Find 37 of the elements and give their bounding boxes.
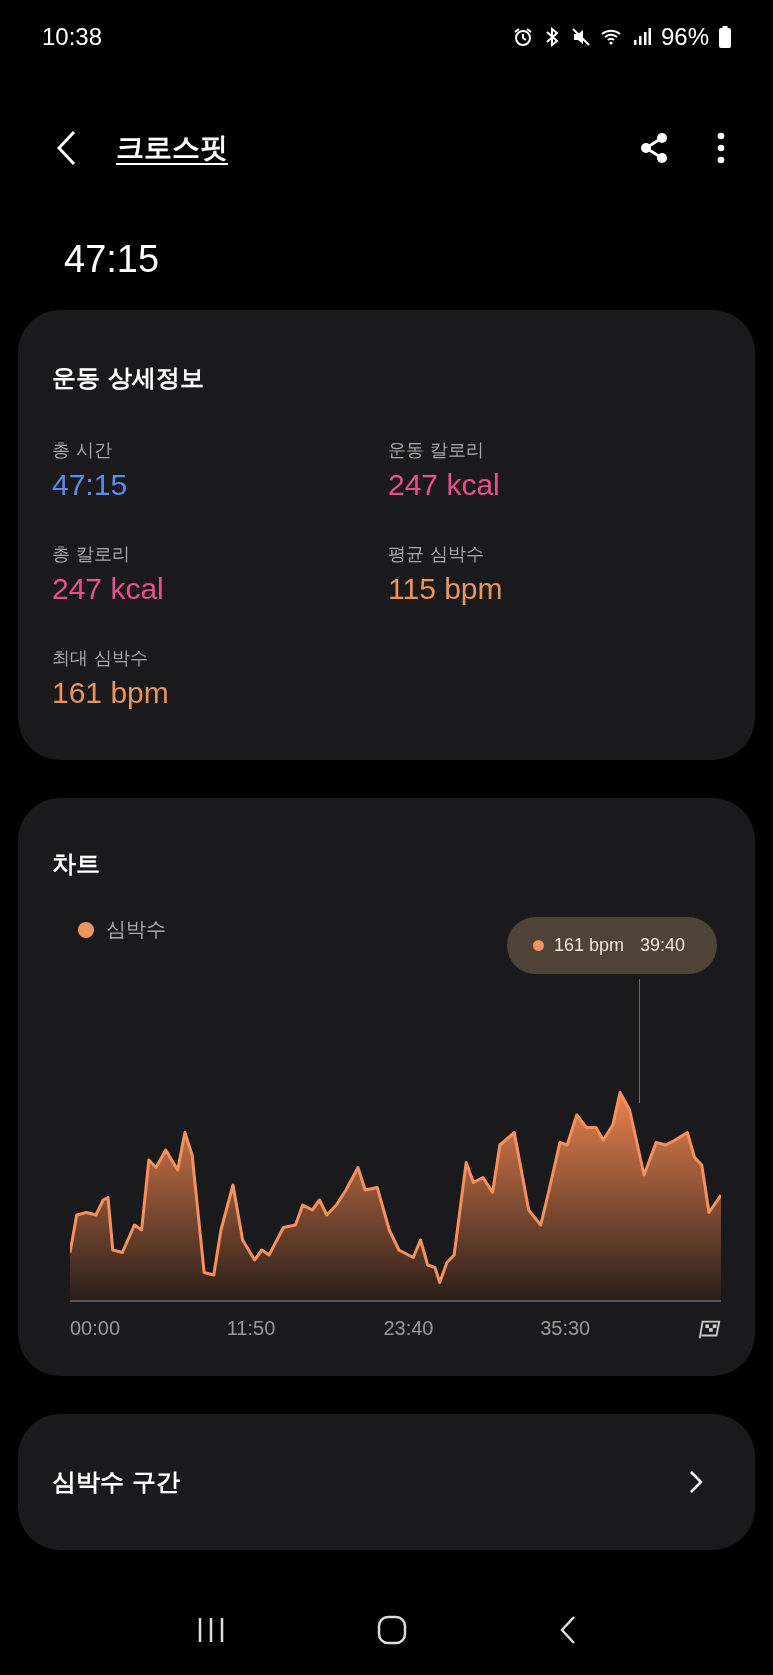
tooltip-time: 39:40	[639, 935, 685, 956]
card-title: 운동 상세정보	[52, 363, 206, 394]
metric-label: 평균 심박수	[388, 542, 485, 566]
metric-value: 161 bpm	[52, 676, 170, 710]
mute-icon	[570, 27, 591, 47]
axis-label: 11:50	[226, 1317, 277, 1340]
status-time: 10:38	[42, 23, 103, 51]
chevron-right-icon	[689, 1470, 703, 1494]
page-title: 크로스핏	[116, 130, 229, 166]
zones-card[interactable]: 심박수 구간	[18, 1414, 755, 1550]
signal-icon	[632, 27, 651, 47]
axis-label: 23:40	[383, 1317, 435, 1340]
metric-label: 최대 심박수	[52, 646, 149, 670]
tooltip-value: 161 bpm	[553, 935, 624, 956]
card-title: 심박수 구간	[52, 1467, 181, 1498]
axis-label: 00:00	[70, 1317, 122, 1340]
metric-value: 115 bpm	[388, 572, 504, 606]
metric-label: 총 칼로리	[52, 542, 131, 566]
metric-label: 운동 칼로리	[388, 438, 485, 462]
wifi-icon	[600, 27, 623, 47]
metric-label: 총 시간	[52, 438, 113, 462]
workout-duration: 47:15	[63, 238, 161, 282]
more-icon[interactable]	[717, 132, 725, 164]
back-nav-icon[interactable]	[559, 1615, 578, 1645]
share-icon[interactable]	[639, 132, 669, 164]
legend-label: 심박수	[106, 916, 166, 943]
battery-icon	[719, 26, 731, 48]
card-title: 차트	[52, 849, 101, 880]
battery-percent: 96%	[660, 23, 709, 51]
back-icon[interactable]	[56, 130, 76, 166]
metric-value: 247 kcal	[388, 468, 501, 502]
metric-value: 247 kcal	[52, 572, 165, 606]
tooltip-dot	[532, 940, 544, 951]
metric-value: 47:15	[52, 468, 129, 502]
home-icon[interactable]	[377, 1615, 408, 1645]
axis-label: 35:30	[540, 1317, 592, 1340]
alarm-icon	[512, 27, 533, 47]
